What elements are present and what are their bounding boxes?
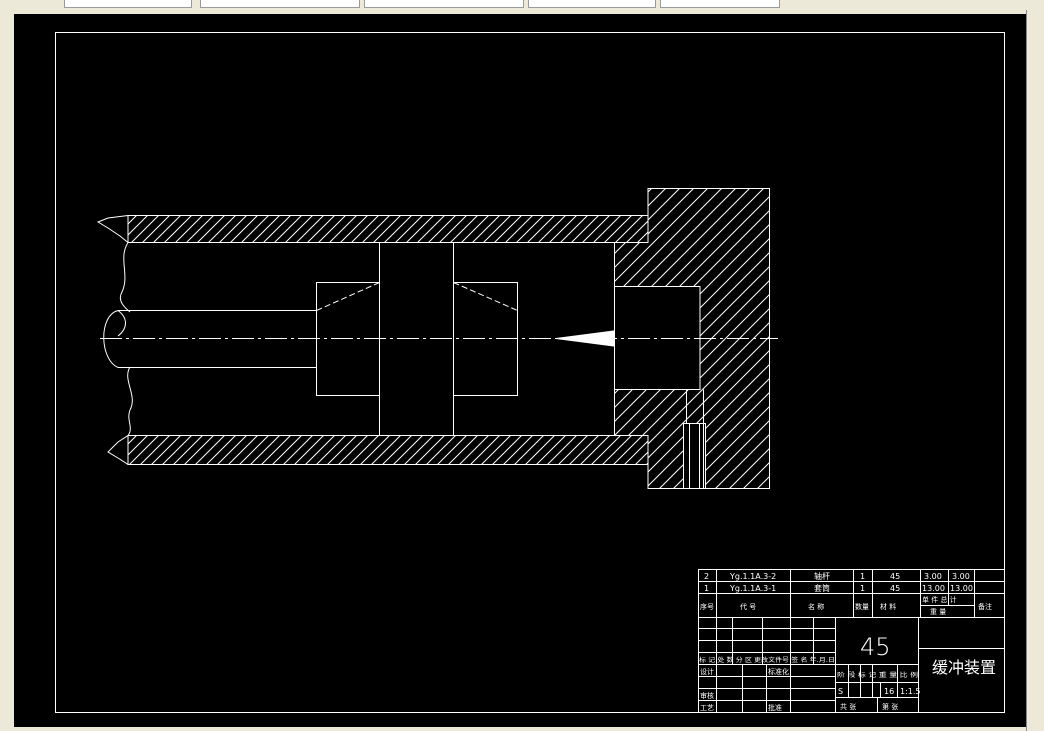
cad-drawing-svg: 2 Yg.1.1A.3-2 轴杆 1 45 3.00 3.00 1 Yg.1.1… — [55, 32, 1005, 713]
tapered-tip — [555, 330, 615, 347]
process-label: 工艺 — [700, 704, 714, 712]
bom-row-1-no: 1 — [704, 584, 709, 593]
header-no: 序号 — [700, 602, 714, 611]
approve-label: 批准 — [768, 703, 782, 712]
drawing-name: 缓冲装置 — [932, 658, 996, 677]
bom-row-1-name: 套筒 — [814, 583, 830, 593]
tab-4[interactable] — [528, 0, 656, 8]
cad-drawing-canvas[interactable]: 2 Yg.1.1A.3-2 轴杆 1 45 3.00 3.00 1 Yg.1.1… — [14, 14, 1026, 727]
bom-row-2-total-mass: 3.00 — [952, 572, 970, 581]
header-mass-sub: 重 量 — [930, 608, 946, 616]
sleeve-lower-wall — [127, 435, 649, 465]
header-qty: 数量 — [855, 602, 869, 611]
header-remarks: 备注 — [978, 602, 992, 611]
cone-dash-right — [453, 282, 518, 311]
bom-row-2-material: 45 — [890, 572, 900, 581]
break-curve-lower — [127, 366, 133, 436]
bom-row-2-qty: 1 — [860, 572, 865, 581]
sleeve-upper-wall — [127, 215, 649, 243]
window-frame-right — [1026, 10, 1044, 731]
bom-row-1-code: Yg.1.1A.3-1 — [729, 584, 776, 593]
rod-end-section — [117, 310, 126, 337]
tab-3[interactable] — [364, 0, 524, 8]
bom-row-1-unit-mass: 13.00 — [922, 584, 945, 593]
material-big: 45 — [860, 633, 891, 661]
bom-row-2-unit-mass: 3.00 — [924, 572, 942, 581]
header-material: 材 料 — [880, 602, 896, 611]
stage-value: S — [838, 687, 843, 696]
bom-row-1-material: 45 — [890, 584, 900, 593]
bom-row-2-code: Yg.1.1A.3-2 — [729, 572, 776, 581]
stage-header: 阶 段 标 记 重 量 比 例 — [837, 671, 918, 679]
tab-1[interactable] — [64, 0, 192, 8]
bom-row-2-name: 轴杆 — [814, 571, 830, 581]
standardize-label: 标准化 — [768, 667, 789, 676]
tab-bar — [0, 0, 1044, 10]
header-name: 名 称 — [808, 602, 824, 611]
bom-row-1-total-mass: 13.00 — [950, 584, 973, 593]
pin-slot — [683, 423, 706, 489]
header-mass: 单 件 总 计 — [922, 595, 957, 604]
title-block-text: 2 Yg.1.1A.3-2 轴杆 1 45 3.00 3.00 1 Yg.1.1… — [699, 571, 996, 712]
sheets-total: 共 张 — [840, 702, 856, 711]
break-line-lower — [107, 435, 129, 465]
break-line-upper — [96, 215, 129, 243]
design-label: 设计 — [700, 667, 714, 676]
header-code: 代 号 — [740, 602, 756, 611]
cone-dash-left — [316, 282, 380, 311]
tab-2[interactable] — [200, 0, 360, 8]
rev-header: 标 记 处 数 分 区 更改文件号 签 名 年.月.日 — [699, 656, 835, 664]
sheet-no: 第 张 — [882, 702, 898, 711]
scale-value: 1:1.5 — [900, 687, 921, 696]
break-curve-upper — [119, 242, 131, 313]
review-label: 审核 — [700, 691, 714, 700]
bom-row-2-no: 2 — [704, 572, 709, 581]
bom-row-1-qty: 1 — [860, 584, 865, 593]
tab-5[interactable] — [660, 0, 780, 8]
weight-value: 16 — [884, 687, 894, 696]
